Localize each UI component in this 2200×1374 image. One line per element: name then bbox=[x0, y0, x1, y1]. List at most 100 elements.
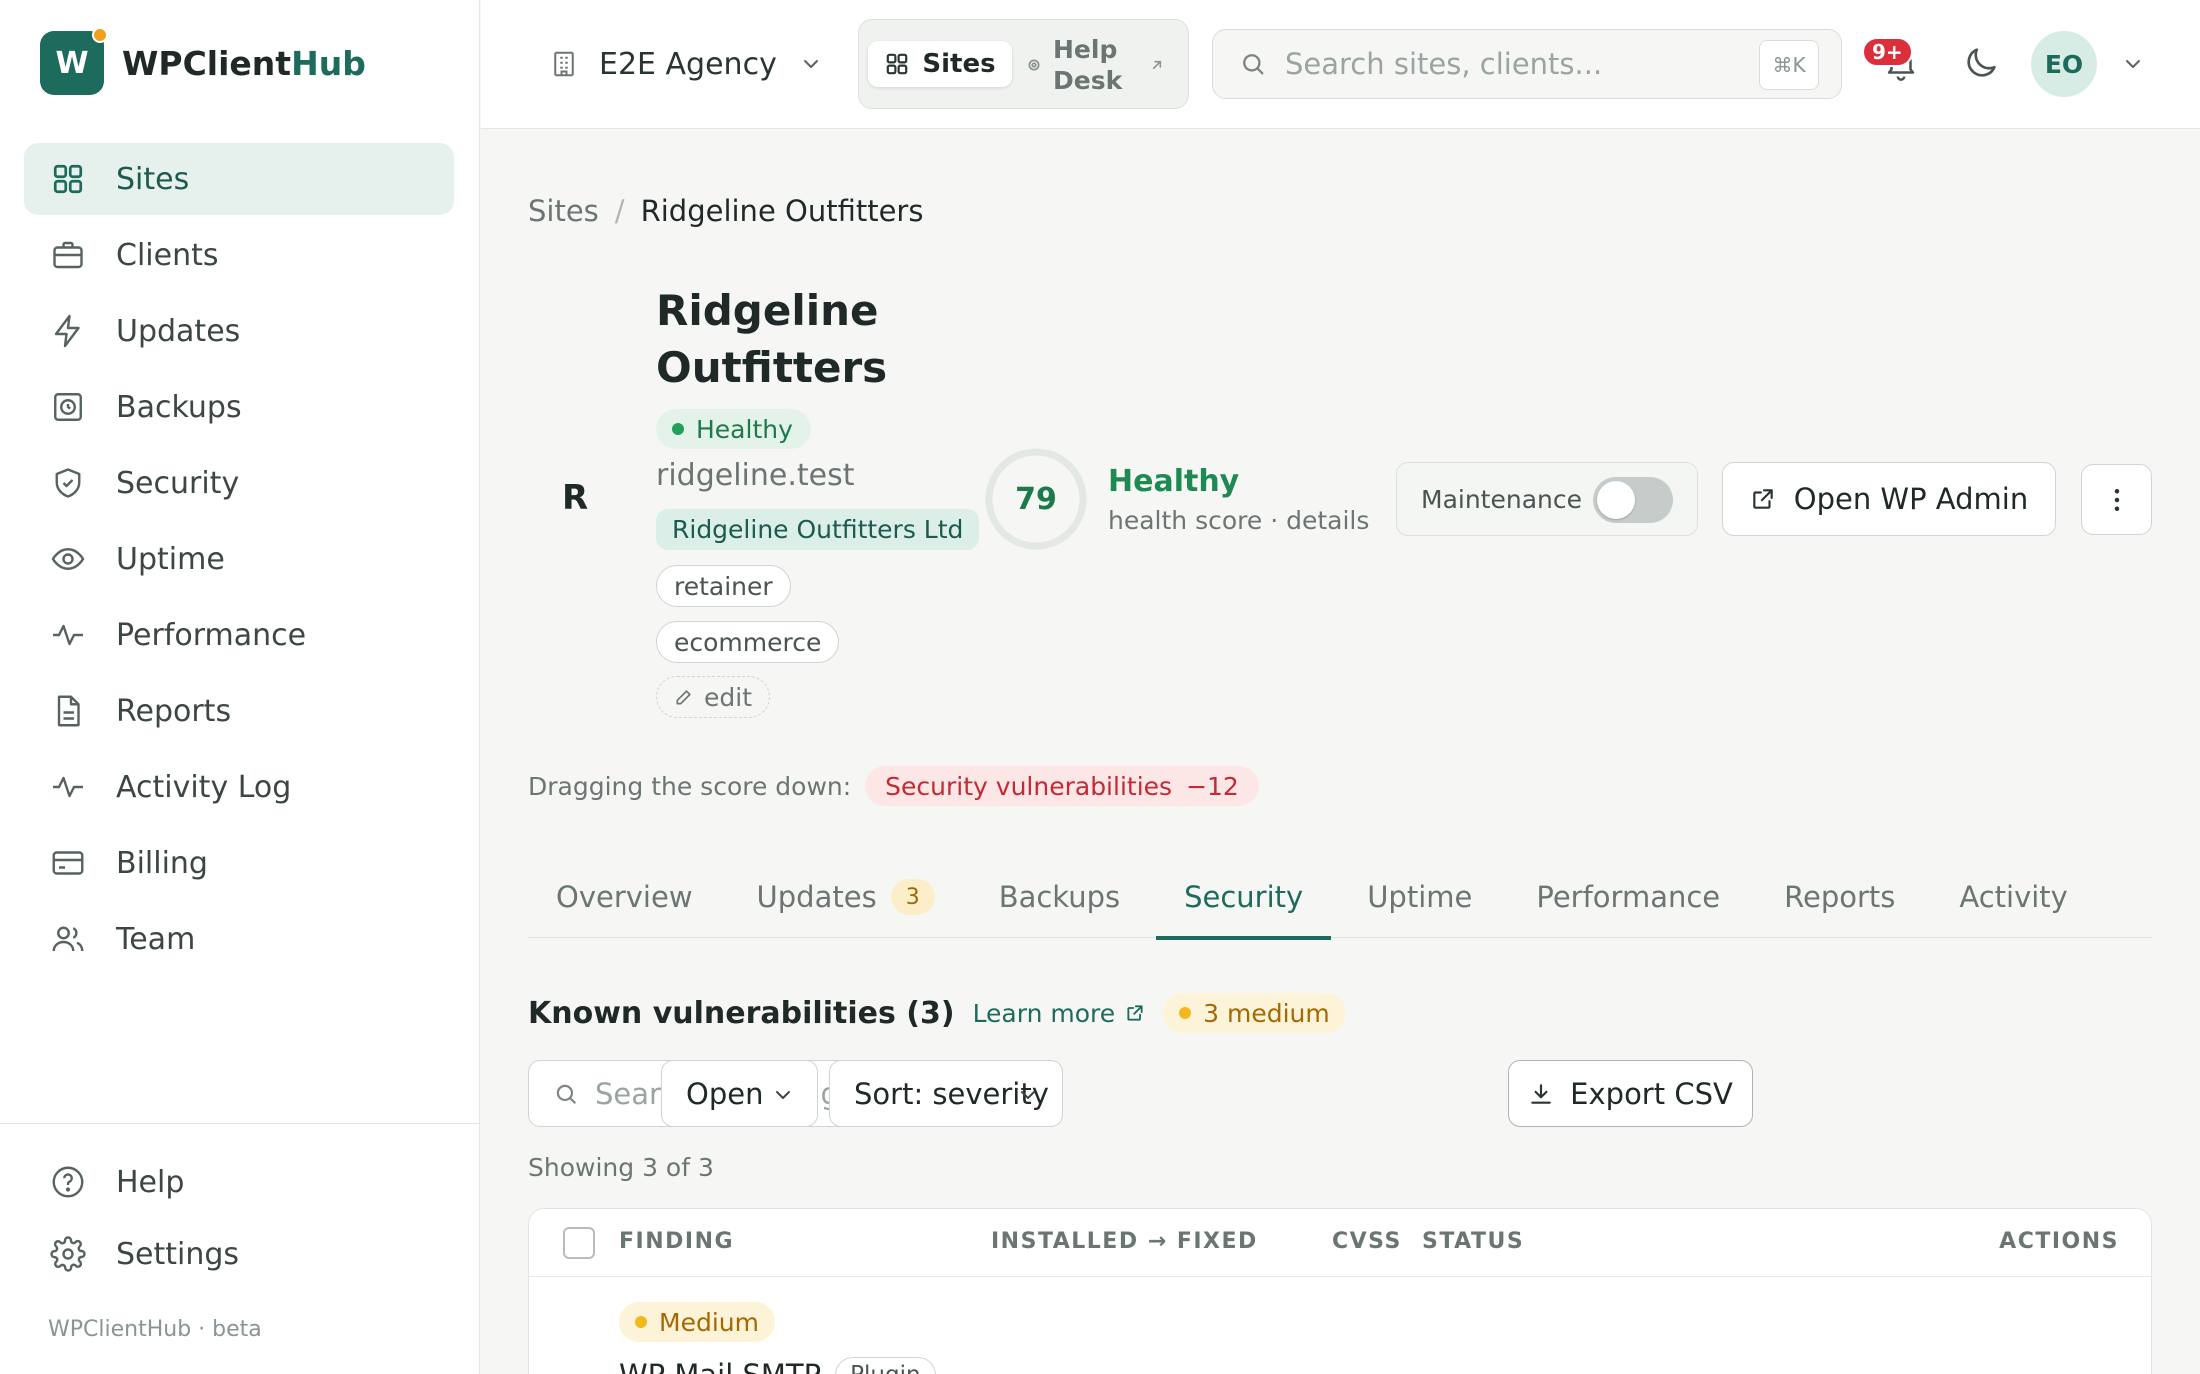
breadcrumb-sites-link[interactable]: Sites bbox=[528, 194, 599, 228]
tab-updates[interactable]: Updates 3 bbox=[729, 856, 963, 938]
sidebar-divider bbox=[0, 1123, 480, 1124]
sort-select[interactable]: Sort: severity bbox=[829, 1060, 1063, 1127]
finding-name[interactable]: WP Mail SMTP bbox=[619, 1358, 821, 1374]
sidebar-item-label: Clients bbox=[116, 237, 219, 273]
grid-icon bbox=[884, 51, 910, 77]
tab-backups[interactable]: Backups bbox=[971, 856, 1148, 938]
tab-uptime[interactable]: Uptime bbox=[1339, 856, 1500, 938]
status-filter-select[interactable]: Open bbox=[661, 1060, 818, 1127]
edit-tags-label: edit bbox=[704, 682, 752, 712]
tab-performance[interactable]: Performance bbox=[1508, 856, 1748, 938]
brand-logo-letter: W bbox=[55, 45, 89, 81]
team-icon bbox=[50, 921, 86, 957]
tab-reports[interactable]: Reports bbox=[1756, 856, 1923, 938]
sidebar-item-label: Security bbox=[116, 465, 240, 501]
edit-tags-button[interactable]: edit bbox=[656, 676, 770, 718]
maintenance-toggle[interactable] bbox=[1593, 477, 1673, 523]
card-icon bbox=[50, 845, 86, 881]
tab-label: Updates bbox=[756, 880, 877, 914]
tab-security[interactable]: Security bbox=[1156, 856, 1332, 940]
severity-summary-badge: 3 medium bbox=[1163, 993, 1346, 1033]
user-menu-chevron[interactable] bbox=[2121, 52, 2145, 76]
severity-summary-label: 3 medium bbox=[1203, 998, 1330, 1028]
maintenance-label: Maintenance bbox=[1421, 484, 1582, 514]
sidebar-item-team[interactable]: Team bbox=[24, 903, 454, 975]
chevron-down-icon bbox=[799, 52, 823, 76]
sidebar-item-uptime[interactable]: Uptime bbox=[24, 523, 454, 595]
brand-logo: W bbox=[40, 27, 108, 95]
sidebar-item-help[interactable]: Help bbox=[24, 1148, 454, 1216]
health-score-status: Healthy bbox=[1108, 464, 1240, 499]
help-icon bbox=[50, 1164, 86, 1200]
sidebar-nav: Sites Clients Updates Backups Security U… bbox=[24, 143, 454, 979]
client-link[interactable]: Ridgeline Outfitters Ltd bbox=[656, 509, 980, 550]
sidebar-item-label: Backups bbox=[116, 389, 242, 425]
sidebar-item-performance[interactable]: Performance bbox=[24, 599, 454, 671]
select-all-checkbox[interactable] bbox=[563, 1227, 595, 1259]
severity-dot bbox=[1179, 1007, 1192, 1019]
column-header-status[interactable]: STATUS bbox=[1422, 1229, 1524, 1254]
bolt-icon bbox=[50, 313, 86, 349]
brand-name-suffix: Hub bbox=[291, 43, 366, 83]
column-header-finding[interactable]: FINDING bbox=[619, 1229, 734, 1254]
finding-title: WP Mail SMTP Plugin bbox=[619, 1357, 936, 1374]
sidebar-item-updates[interactable]: Updates bbox=[24, 295, 454, 367]
health-score-value: 79 bbox=[1015, 481, 1057, 517]
sidebar-item-settings[interactable]: Settings bbox=[24, 1220, 454, 1288]
sidebar-item-security[interactable]: Security bbox=[24, 447, 454, 519]
export-csv-button[interactable]: Export CSV bbox=[1508, 1060, 1753, 1127]
site-tag: retainer bbox=[656, 565, 791, 607]
switcher-sites-button[interactable]: Sites bbox=[868, 41, 1012, 87]
user-avatar[interactable]: EO bbox=[2031, 31, 2097, 97]
document-icon bbox=[50, 693, 86, 729]
switcher-sites-label: Sites bbox=[922, 49, 996, 79]
tab-label: Backups bbox=[998, 880, 1121, 914]
workspace-switcher[interactable]: E2E Agency bbox=[549, 36, 823, 92]
more-actions-button[interactable] bbox=[2081, 464, 2152, 535]
column-header-actions: ACTIONS bbox=[1999, 1229, 2119, 1254]
sidebar-item-billing[interactable]: Billing bbox=[24, 827, 454, 899]
helpdesk-icon bbox=[1027, 58, 1041, 72]
severity-dot bbox=[635, 1316, 647, 1328]
sidebar-item-label: Team bbox=[116, 921, 196, 957]
switcher-helpdesk-link[interactable]: Help Desk bbox=[1027, 30, 1165, 100]
theme-toggle-button[interactable] bbox=[1961, 43, 2001, 83]
brand[interactable]: W WPClientHub bbox=[40, 27, 366, 95]
column-header-cvss[interactable]: CVSS bbox=[1332, 1229, 1402, 1254]
column-header-installed-fixed[interactable]: INSTALLED → FIXED bbox=[991, 1229, 1258, 1254]
chevron-down-icon bbox=[771, 1083, 795, 1107]
tab-overview[interactable]: Overview bbox=[528, 856, 721, 938]
sidebar-item-label: Settings bbox=[116, 1236, 240, 1272]
product-switcher: Sites Help Desk bbox=[858, 19, 1189, 109]
activity-icon bbox=[50, 769, 86, 805]
open-wp-admin-button[interactable]: Open WP Admin bbox=[1722, 462, 2056, 536]
score-detractor-pill[interactable]: Security vulnerabilities −12 bbox=[865, 766, 1259, 806]
sidebar-item-label: Updates bbox=[116, 313, 241, 349]
sidebar-item-label: Sites bbox=[116, 161, 190, 197]
sidebar-item-backups[interactable]: Backups bbox=[24, 371, 454, 443]
sidebar-item-label: Billing bbox=[116, 845, 208, 881]
notifications-button[interactable]: 9+ bbox=[1862, 37, 1926, 88]
arrow-up-right-icon bbox=[1149, 57, 1165, 73]
site-status-label: Healthy bbox=[696, 414, 793, 444]
site-domain: ridgeline.test bbox=[656, 458, 855, 493]
sidebar-footer: WPClientHub · beta bbox=[48, 1317, 262, 1342]
export-csv-label: Export CSV bbox=[1570, 1076, 1733, 1111]
sidebar-item-activity-log[interactable]: Activity Log bbox=[24, 751, 454, 823]
table-header: FINDING INSTALLED → FIXED CVSS STATUS AC… bbox=[529, 1209, 2151, 1277]
health-score-details-link[interactable]: health score · details bbox=[1108, 506, 1369, 535]
external-link-icon bbox=[1750, 486, 1776, 512]
tab-activity[interactable]: Activity bbox=[1931, 856, 2095, 938]
status-filter-value: Open bbox=[686, 1076, 764, 1111]
global-search-input[interactable] bbox=[1285, 47, 1745, 81]
sidebar-item-sites[interactable]: Sites bbox=[24, 143, 454, 215]
tab-label: Reports bbox=[1784, 880, 1896, 914]
sidebar-item-clients[interactable]: Clients bbox=[24, 219, 454, 291]
sidebar-item-reports[interactable]: Reports bbox=[24, 675, 454, 747]
maintenance-control: Maintenance bbox=[1396, 462, 1698, 536]
learn-more-link[interactable]: Learn more bbox=[973, 999, 1146, 1028]
sidebar-item-label: Performance bbox=[116, 617, 307, 653]
sidebar-item-label: Uptime bbox=[116, 541, 225, 577]
chevron-down-icon bbox=[1016, 1083, 1040, 1107]
site-status-badge: Healthy bbox=[656, 409, 811, 449]
